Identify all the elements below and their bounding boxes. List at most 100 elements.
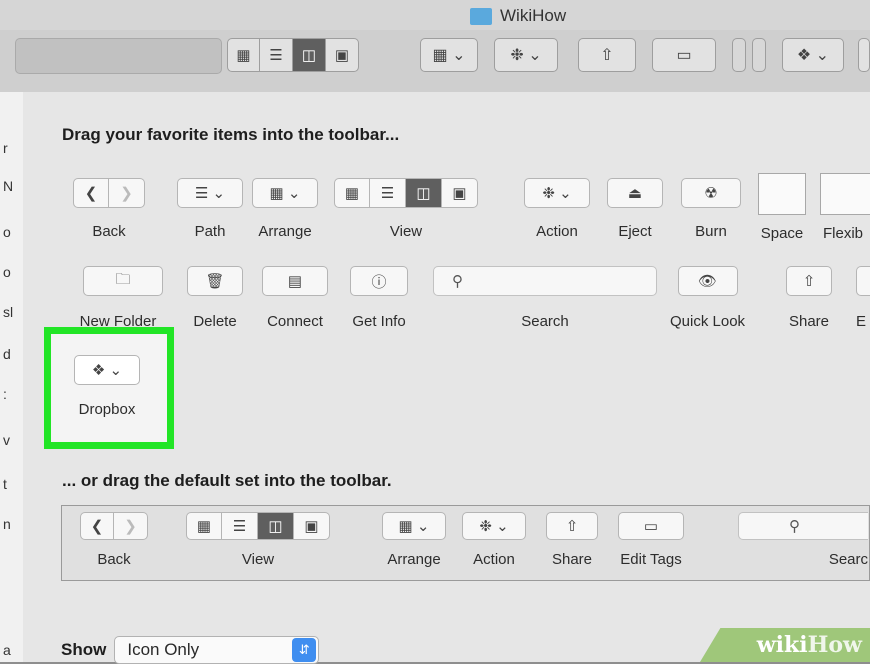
action-button[interactable]: ❉ ⌄ [494,38,558,72]
default-item-action: ❉ ⌄ Action [462,512,526,568]
column-view-icon: ◫ [258,512,294,540]
label-default-view: View [241,551,275,568]
cover-flow-icon: ▣ [442,178,478,208]
dropbox-icon: ❖ ⌄ [74,355,140,385]
item-dropbox[interactable]: ❖ ⌄ Dropbox [74,355,140,418]
connect-icon: ▤ [262,266,328,296]
eject-icon: ⏏ [607,178,663,208]
flexible-space-box [820,173,870,215]
item-back[interactable]: ❮ ❯ Back [73,178,145,240]
item-burn[interactable]: ☢ Burn [681,178,741,240]
item-path[interactable]: ☰ ⌄ Path [177,178,243,240]
label-action: Action [536,223,578,240]
search-field: ⚲ [433,266,657,296]
label-default-share: Share [551,551,593,568]
space-placeholder-2 [752,38,766,72]
label-default-arrange: Arrange [387,551,441,568]
path-icon: ☰ ⌄ [177,178,243,208]
chevron-right-icon: ❯ [114,512,148,540]
label-space: Space [760,225,804,242]
search-field: ⚲ [738,512,868,540]
label-connect: Connect [267,313,323,330]
label-default-action: Action [473,551,515,568]
strip-text: o [3,264,11,280]
label-view: View [389,223,423,240]
strip-text: r [3,140,8,156]
show-popup-value: Icon Only [127,640,200,659]
label-edit-tags-partial: E [856,313,867,330]
label-get-info: Get Info [352,313,406,330]
item-eject[interactable]: ⏏ Eject [607,178,663,240]
folder-icon [470,7,492,25]
view-segmented-control[interactable]: ▦ ☰ ◫ ▣ [227,38,359,72]
arrange-button[interactable]: ▦ ⌄ [420,38,478,72]
tag-icon [856,266,870,296]
item-get-info[interactable]: ⓘ Get Info [350,266,408,330]
chevron-left-icon: ❮ [80,512,114,540]
space-placeholder [732,38,746,72]
search-icon: ⚲ [789,518,800,535]
arrange-icon: ▦ ⌄ [382,512,446,540]
strip-text: : [3,386,7,402]
item-new-folder[interactable]: 🗀 New Folder [73,266,163,330]
strip-text: t [3,476,7,492]
item-edit-tags-partial[interactable]: E [856,266,870,330]
share-button[interactable]: ⇧ [578,38,636,72]
tag-icon: ▭ [618,512,684,540]
label-path: Path [194,223,226,240]
column-view-icon[interactable]: ◫ [293,38,326,72]
label-dropbox: Dropbox [78,401,136,418]
updown-arrows-icon: ⇵ [292,638,317,662]
item-flexible-space[interactable]: Flexib [820,173,870,242]
share-icon: ⇧ [600,47,614,64]
dropbox-icon: ❖ ⌄ [796,47,830,64]
cover-flow-icon: ▣ [294,512,330,540]
icon-view-icon: ▦ [186,512,222,540]
item-view[interactable]: ▦ ☰ ◫ ▣ View [334,178,478,240]
label-arrange: Arrange [258,223,312,240]
strip-text: o [3,224,11,240]
list-view-icon[interactable]: ☰ [260,38,293,72]
default-set-heading: ... or drag the default set into the too… [62,471,392,490]
item-quick-look[interactable]: 👁 Quick Look [670,266,745,330]
strip-text: d [3,346,11,362]
toolbar-overflow-button[interactable] [858,38,870,72]
default-item-arrange: ▦ ⌄ Arrange [382,512,446,568]
new-folder-icon: 🗀 [83,266,163,296]
watermark-part2: How [807,632,862,658]
cover-flow-icon[interactable]: ▣ [326,38,359,72]
toolbar-back-forward-area [15,38,222,74]
eye-icon: 👁 [677,266,738,296]
sheet-heading: Drag your favorite items into the toolba… [62,125,400,144]
icon-view-icon[interactable]: ▦ [227,38,260,72]
label-quick-look: Quick Look [670,313,746,330]
strip-text: N [3,178,14,194]
gear-icon: ❉ ⌄ [524,178,590,208]
gear-icon: ❉ ⌄ [462,512,526,540]
item-delete[interactable]: 🗑 Delete [187,266,243,330]
label-eject: Eject [618,223,652,240]
strip-text: v [3,432,10,448]
chevron-right-icon: ❯ [109,178,145,208]
show-popup-button[interactable]: Icon Only ⇵ [114,636,320,664]
arrange-icon: ▦ ⌄ [252,178,318,208]
burn-icon: ☢ [681,178,741,208]
list-view-icon: ☰ [222,512,258,540]
window-toolbar: ▦ ☰ ◫ ▣ ▦ ⌄ ❉ ⌄ ⇧ ▭ ❖ ⌄ [0,30,870,93]
item-arrange[interactable]: ▦ ⌄ Arrange [252,178,318,240]
label-search: Search [521,313,569,330]
item-search[interactable]: ⚲ Search [433,266,657,330]
background-window-strip: r N o o sl d : v t n a [0,92,23,662]
item-connect[interactable]: ▤ Connect [262,266,328,330]
item-share[interactable]: ⇧ Share [786,266,832,330]
label-default-search: Searc [828,551,868,568]
column-view-icon: ◫ [406,178,442,208]
edit-tags-button[interactable]: ▭ [652,38,716,72]
label-default-back: Back [97,551,131,568]
item-action[interactable]: ❉ ⌄ Action [524,178,590,240]
dropbox-toolbar-button[interactable]: ❖ ⌄ [782,38,844,72]
label-burn: Burn [695,223,727,240]
info-icon: ⓘ [350,266,408,296]
item-space[interactable]: Space [758,173,806,242]
wikihow-watermark: wiki How [700,628,870,662]
